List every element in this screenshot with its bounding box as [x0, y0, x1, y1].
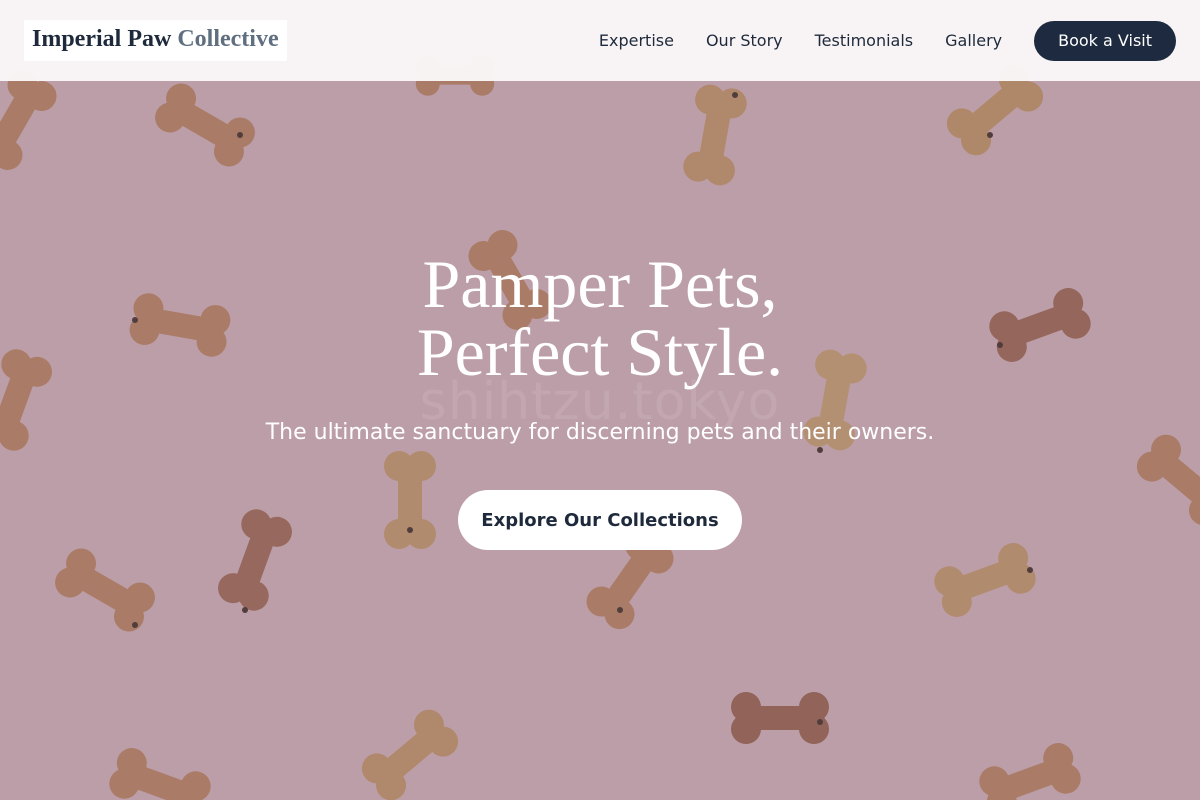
book-a-visit-button[interactable]: Book a Visit	[1034, 20, 1176, 61]
site-header: Imperial Paw Collective Expertise Our St…	[0, 0, 1200, 81]
brand-name-accent: Collective	[177, 26, 279, 52]
hero-title-line-1: Pamper Pets,	[422, 246, 778, 322]
brand-name-primary: Imperial Paw	[32, 26, 172, 52]
nav-link-gallery[interactable]: Gallery	[945, 31, 1002, 50]
explore-collections-button[interactable]: Explore Our Collections	[458, 490, 742, 550]
nav-link-expertise[interactable]: Expertise	[599, 31, 674, 50]
hero-subtitle: The ultimate sanctuary for discerning pe…	[265, 420, 935, 445]
nav-link-testimonials[interactable]: Testimonials	[815, 31, 914, 50]
hero-section: shihtzu.tokyo	[0, 0, 1200, 800]
nav-link-our-story[interactable]: Our Story	[706, 31, 783, 50]
hero-title: Pamper Pets, Perfect Style.	[200, 250, 1000, 386]
hero-title-line-2: Perfect Style.	[416, 314, 784, 390]
main-nav: Expertise Our Story Testimonials Gallery…	[599, 20, 1176, 61]
brand-logo[interactable]: Imperial Paw Collective	[24, 20, 287, 61]
